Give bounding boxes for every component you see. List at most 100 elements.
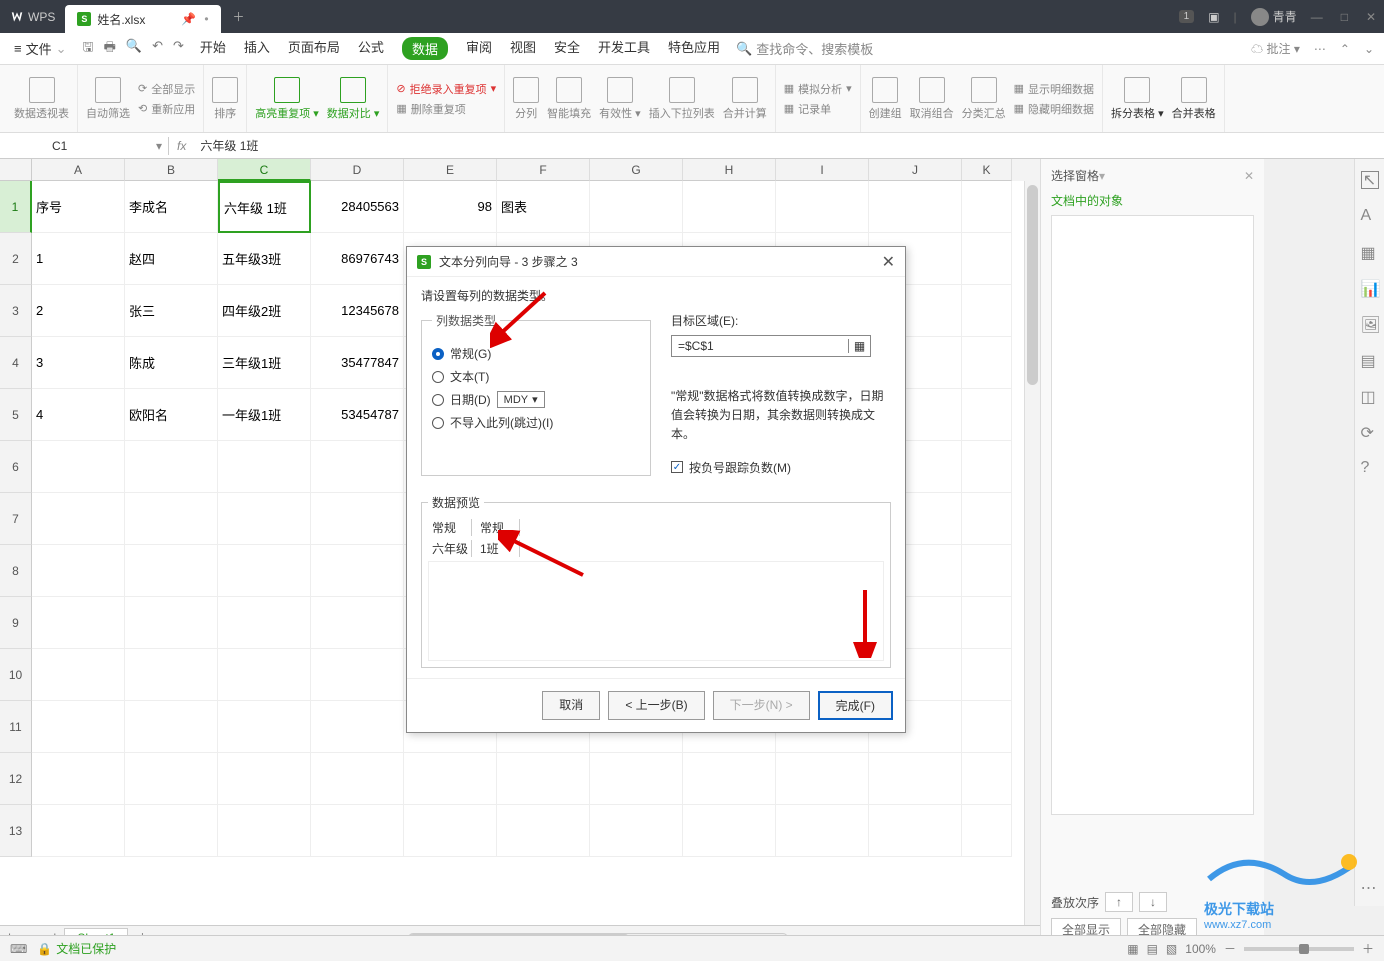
dropdown-button[interactable]: 插入下拉列表 [649,77,715,121]
radio-general[interactable]: 常规(G) [432,345,640,362]
cell[interactable] [218,441,311,493]
negative-checkbox[interactable]: 按负号跟踪负数(M) [671,459,891,476]
col-header[interactable]: D [311,159,404,181]
cell[interactable]: 陈成 [125,337,218,389]
reapply-button[interactable]: ⟲重新应用 [138,101,195,117]
cell[interactable] [32,753,125,805]
row-header[interactable]: 6 [0,441,32,493]
whatif-button[interactable]: ▦ 模拟分析 ▾ [784,81,852,97]
maximize-icon[interactable]: □ [1341,10,1348,24]
row-header[interactable]: 7 [0,493,32,545]
view-normal-icon[interactable]: ▦ [1127,942,1138,956]
form-button[interactable]: ▦ 记录单 [784,101,852,117]
tab-dev[interactable]: 开发工具 [598,37,650,60]
cell[interactable] [32,597,125,649]
cell[interactable] [962,441,1012,493]
split-table-button[interactable]: 拆分表格 ▾ [1111,77,1164,121]
cell[interactable] [590,753,683,805]
help-icon[interactable]: ? [1361,459,1379,477]
command-search[interactable]: 🔍 查找命令、搜索模板 [736,39,873,58]
undo-icon[interactable]: ↶ [152,38,163,60]
tab-formula[interactable]: 公式 [358,37,384,60]
row-header[interactable]: 5 [0,389,32,441]
destination-input[interactable]: =$C$1 ▦ [671,335,871,357]
cell[interactable] [869,753,962,805]
finish-button[interactable]: 完成(F) [818,691,893,720]
cell[interactable] [590,805,683,857]
col-header[interactable]: B [125,159,218,181]
validation-button[interactable]: 有效性 ▾ [599,77,641,121]
cell[interactable] [218,805,311,857]
row-header[interactable]: 13 [0,805,32,857]
cell[interactable] [125,805,218,857]
cell[interactable] [218,545,311,597]
view-break-icon[interactable]: ▧ [1166,942,1177,956]
highlight-dup-button[interactable]: 高亮重复项 ▾ [255,77,319,121]
zoom-out-button[interactable]: － [1224,940,1236,957]
cell[interactable] [962,597,1012,649]
cell[interactable] [776,753,869,805]
cell[interactable] [869,181,962,233]
print-icon[interactable]: 🖶 [104,38,116,60]
zoom-slider[interactable] [1244,947,1354,951]
cell[interactable]: 三年级1班 [218,337,311,389]
save-icon[interactable]: 🖫 [83,38,94,60]
comments-button[interactable]: ☁ 批注 ▾ [1251,40,1300,57]
cell[interactable] [776,181,869,233]
radio-skip[interactable]: 不导入此列(跳过)(I) [432,414,640,431]
tab-start[interactable]: 开始 [200,37,226,60]
cell[interactable] [218,597,311,649]
row-header[interactable]: 12 [0,753,32,805]
cell[interactable] [32,441,125,493]
row-header[interactable]: 10 [0,649,32,701]
cell[interactable] [125,597,218,649]
cell[interactable] [311,597,404,649]
row-header[interactable]: 3 [0,285,32,337]
cell[interactable]: 53454787 [311,389,404,441]
cell[interactable] [218,753,311,805]
skin-icon[interactable]: ▣ [1208,10,1219,24]
menu-more-icon[interactable]: ⋯ [1314,42,1326,56]
radio-text[interactable]: 文本(T) [432,368,640,385]
col-header[interactable]: I [776,159,869,181]
tab-insert[interactable]: 插入 [244,37,270,60]
row-header[interactable]: 8 [0,545,32,597]
tab-close-icon[interactable]: • [204,12,208,26]
flash-fill-button[interactable]: 智能填充 [547,77,591,121]
col-header[interactable]: C [218,159,311,181]
cell[interactable] [125,701,218,753]
chart-icon[interactable]: 📊 [1361,279,1379,297]
cell[interactable]: 图表 [497,181,590,233]
cell[interactable]: 一年级1班 [218,389,311,441]
collapse-ribbon-icon[interactable]: ⌃ [1340,42,1350,56]
dialog-close-icon[interactable]: ✕ [882,252,895,272]
cell[interactable]: 4 [32,389,125,441]
name-box[interactable]: C1 [0,139,150,153]
cell[interactable] [683,753,776,805]
notification-badge[interactable]: 1 [1179,10,1195,23]
cell[interactable] [404,753,497,805]
minimize-icon[interactable]: — [1311,10,1323,24]
cancel-button[interactable]: 取消 [542,691,600,720]
cell[interactable] [32,649,125,701]
cell[interactable] [311,441,404,493]
keyboard-icon[interactable]: ⌨ [10,942,27,956]
view-page-icon[interactable]: ▤ [1147,942,1158,956]
data-compare-button[interactable]: 数据对比 ▾ [327,77,380,121]
remove-dup-button[interactable]: ▦ 删除重复项 [396,101,496,117]
reject-dup-button[interactable]: ⊘ 拒绝录入重复项 ▾ [396,81,496,97]
cell[interactable] [218,493,311,545]
backup-icon[interactable]: ⟳ [1361,423,1379,441]
cell[interactable] [683,805,776,857]
cell[interactable] [962,181,1012,233]
back-button[interactable]: < 上一步(B) [608,691,704,720]
cell[interactable] [962,545,1012,597]
show-all-button[interactable]: ⟳全部显示 [138,81,195,97]
tab-layout[interactable]: 页面布局 [288,37,340,60]
cell[interactable] [962,753,1012,805]
row-header[interactable]: 2 [0,233,32,285]
name-box-dropdown[interactable]: ▾ [150,139,168,153]
show-detail-button[interactable]: ▦ 显示明细数据 [1014,81,1094,97]
date-format-combo[interactable]: MDY ▾ [497,391,545,408]
close-icon[interactable]: ✕ [1366,10,1376,24]
